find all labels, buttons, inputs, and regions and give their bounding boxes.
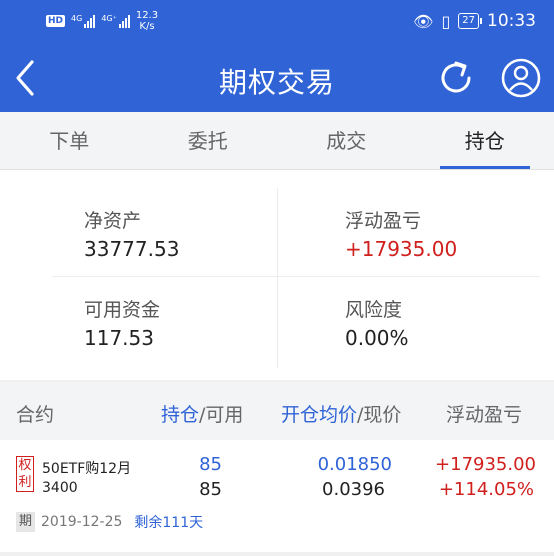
vibrate-icon: ▯ xyxy=(441,11,451,31)
header-price[interactable]: 开仓均价/现价 xyxy=(281,400,401,427)
header-open-avg-label: 开仓均价 xyxy=(281,404,358,426)
net-assets-label: 净资产 xyxy=(84,210,142,232)
open-avg-price: 0.01850 xyxy=(317,454,392,475)
header-contract: 合约 xyxy=(16,404,55,426)
header-available-label: /可用 xyxy=(199,404,244,426)
tab-orders[interactable]: 委托 xyxy=(139,112,278,169)
floating-pl-label: 浮动盈亏 xyxy=(345,210,422,232)
title-bar: 期权交易 xyxy=(0,44,554,112)
net-assets-value: 33777.53 xyxy=(84,237,180,261)
net-assets: 净资产 33777.53 xyxy=(84,206,179,261)
summary-divider-horizontal xyxy=(52,276,540,277)
tab-trades[interactable]: 成交 xyxy=(277,112,416,169)
pl-percent: +114.05% xyxy=(438,479,534,500)
header-position[interactable]: 持仓/可用 xyxy=(161,400,243,427)
signal-icon-sim1: 4G xyxy=(71,14,96,28)
holdings-header: 合约 持仓/可用 开仓均价/现价 浮动盈亏 xyxy=(0,382,554,440)
account-summary: 净资产 33777.53 浮动盈亏 +17935.00 可用资金 117.53 … xyxy=(0,188,554,368)
header-floating-pl: 浮动盈亏 xyxy=(446,404,523,426)
expiry-info: 期 2019-12-25 剩余111天 xyxy=(16,512,203,532)
risk-degree: 风险度 0.00% xyxy=(345,295,409,350)
signal-icon-sim2: 4G⁺ xyxy=(101,14,130,28)
floating-pl: 浮动盈亏 +17935.00 xyxy=(345,206,457,261)
contract-name: 50ETF购12月 xyxy=(42,461,132,477)
table-row[interactable]: 权利 50ETF购12月 3400 85 85 0.01850 0.0396 +… xyxy=(0,442,554,556)
available-funds-label: 可用资金 xyxy=(84,299,161,321)
available-funds: 可用资金 117.53 xyxy=(84,295,160,350)
battery-icon: 27 xyxy=(458,13,482,29)
status-bar: HD 4G 4G⁺ 12.3 K/s 👁 ▯ 27 10:33 xyxy=(0,0,554,44)
user-button[interactable] xyxy=(500,57,542,99)
tab-place-order[interactable]: 下单 xyxy=(0,112,139,169)
refresh-button[interactable] xyxy=(436,57,476,99)
contract-strike: 3400 xyxy=(42,480,78,496)
pl-amount: +17935.00 xyxy=(435,454,536,475)
status-left: HD 4G 4G⁺ 12.3 K/s xyxy=(46,10,158,32)
refresh-icon xyxy=(441,61,471,93)
status-right: 👁 ▯ 27 10:33 xyxy=(413,11,536,31)
user-icon xyxy=(501,58,541,98)
tab-bar: 下单 委托 成交 持仓 xyxy=(0,112,554,170)
available-funds-value: 117.53 xyxy=(84,326,154,350)
summary-divider-vertical xyxy=(277,188,278,368)
current-price: 0.0396 xyxy=(322,479,385,500)
tab-positions[interactable]: 持仓 xyxy=(416,112,554,169)
network-speed: 12.3 K/s xyxy=(135,10,159,32)
position-qty: 85 xyxy=(199,454,222,475)
risk-degree-label: 风险度 xyxy=(345,299,403,321)
expiry-tag: 期 xyxy=(16,512,36,532)
days-left: 剩余111天 xyxy=(134,515,204,531)
floating-pl-value: +17935.00 xyxy=(345,237,458,261)
clock: 10:33 xyxy=(487,11,536,31)
header-position-label: 持仓 xyxy=(161,404,200,426)
right-tag: 权利 xyxy=(16,456,34,492)
bottom-divider xyxy=(0,552,554,556)
available-qty: 85 xyxy=(199,479,222,500)
eye-icon: 👁 xyxy=(413,11,434,31)
expiry-date: 2019-12-25 xyxy=(41,514,123,530)
risk-degree-value: 0.00% xyxy=(345,326,409,350)
header-current-price-label: /现价 xyxy=(357,404,402,426)
hd-badge: HD xyxy=(46,15,66,27)
